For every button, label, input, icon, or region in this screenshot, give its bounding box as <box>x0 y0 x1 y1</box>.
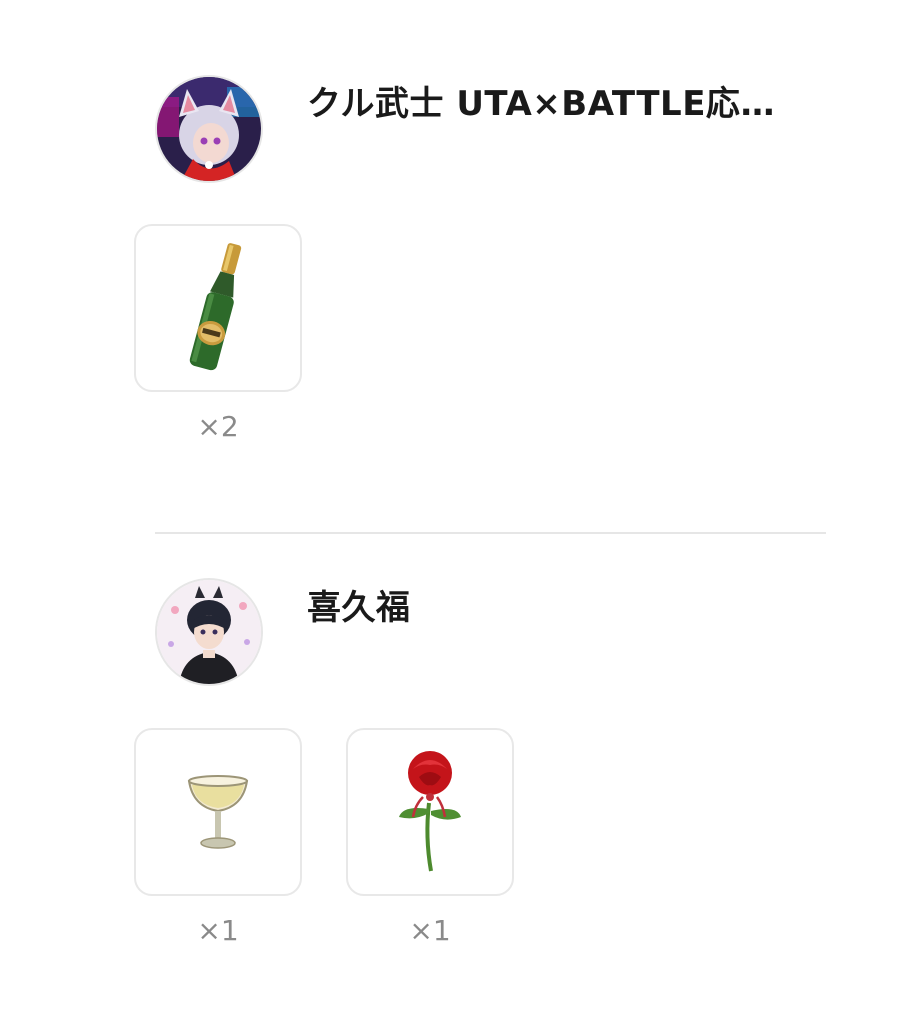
sender-name[interactable]: クル武士 UTA×BATTLE応援... <box>307 82 807 126</box>
gift-item[interactable]: ×1 <box>134 728 302 947</box>
divider <box>155 532 826 534</box>
anime-boy-avatar <box>157 580 261 684</box>
champagne-glass-icon <box>187 775 249 849</box>
sender-name[interactable]: 喜久福 <box>307 586 411 630</box>
anime-girl-avatar <box>157 77 261 181</box>
gift-item[interactable]: ×1 <box>346 728 514 947</box>
gift-count: ×1 <box>197 914 239 947</box>
red-rose-icon <box>399 751 461 872</box>
avatar[interactable] <box>155 578 263 686</box>
avatar[interactable] <box>155 75 263 183</box>
gift-count: ×2 <box>197 410 239 443</box>
gift-card[interactable] <box>134 728 302 896</box>
gift-card[interactable] <box>346 728 514 896</box>
gift-card[interactable] <box>134 224 302 392</box>
champagne-bottle-icon <box>189 243 242 371</box>
gift-count: ×1 <box>409 914 451 947</box>
gift-item[interactable]: ×2 <box>134 224 302 443</box>
